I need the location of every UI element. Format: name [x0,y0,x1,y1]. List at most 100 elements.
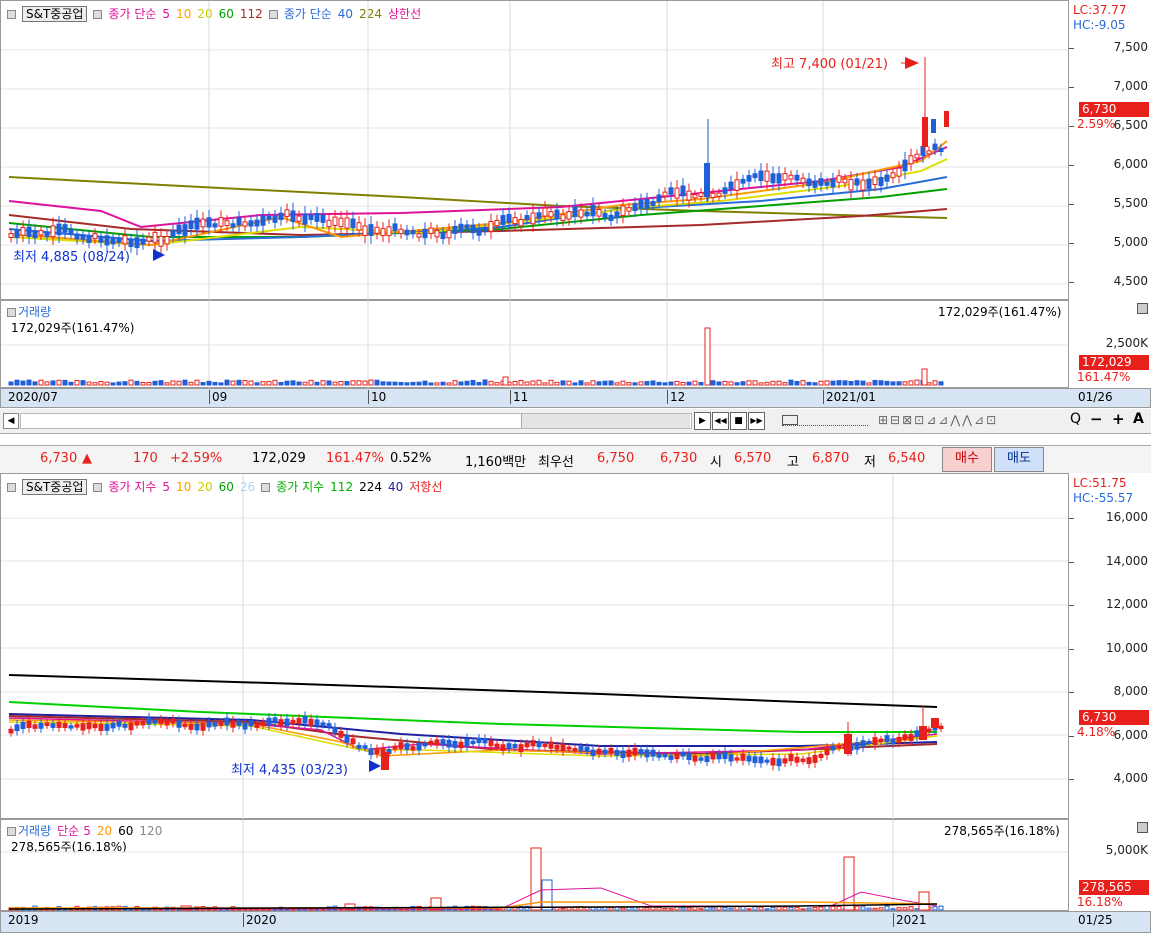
volume-bar [464,380,470,386]
bottom-volume-panel[interactable]: 거래량 단순 5 20 60 120 278,565주(16.18%) 278,565주(… [0,819,1151,912]
top-price-scale[interactable]: LC:37.77 HC:-9.05 7,500 7,000 6,500 6,000 5,… [1068,0,1151,300]
rewind-button[interactable]: ◀◀ [712,412,729,430]
volume-bar [380,381,386,386]
volume-bar [26,379,32,386]
volume-bar [110,382,116,386]
candle-body [764,759,770,763]
candle-body [386,226,392,237]
candle-body [416,742,422,751]
volume-bar [338,381,344,386]
bottom-price-scale[interactable]: LC:51.75 HC:-55.57 16,000 14,000 12,000 10,… [1068,473,1151,819]
candle-body [284,718,290,727]
bottom-price-panel[interactable]: S&T중공업 종가 지수 5 10 20 60 26 종가 지수 112 224 40 저항선 최저 … [0,473,1151,820]
candle-body [788,753,794,762]
low-annotation: 최저 4,885 (08/24) [13,250,131,265]
buy-button[interactable]: 매수 [942,447,992,472]
bottom-price-plot[interactable] [1,474,1069,820]
candle-body [800,177,806,184]
volume-bar [656,381,662,386]
candle-body [374,226,380,234]
price-tick: 4,500 [1113,274,1148,288]
volume-bar [20,380,26,386]
volume-bar [104,381,110,386]
volume-bar [782,382,788,386]
candle-body [440,232,446,240]
candle-body [542,207,548,217]
scroll-left-button[interactable]: ◀ [3,413,19,429]
volume-bar [14,379,20,386]
next-button[interactable]: ▶ [694,412,711,430]
price-tick: 16,000 [1106,510,1148,524]
maximize-icon[interactable] [1137,822,1148,833]
scrollbar-track[interactable] [20,413,692,429]
zoom-slider[interactable] [782,413,868,426]
candle-body [428,740,434,745]
zoom-slider-handle[interactable] [782,415,798,425]
volume-bar [38,379,44,386]
candle-body [926,728,932,732]
candle-body [194,723,200,731]
candle-body [56,721,62,728]
sell-button[interactable]: 매도 [994,447,1044,472]
tick-mark [1069,692,1074,693]
volume-spike [541,879,553,911]
candle-body [512,216,518,225]
top-price-panel[interactable]: S&T중공업 종가 단순 5 10 20 60 112 종가 단순 40 224 상한선 최고 7,… [0,0,1151,301]
stop-button[interactable]: ■ [730,412,747,430]
maximize-icon[interactable] [1137,303,1148,314]
candle-body [482,737,488,744]
candle-body [8,233,14,238]
volume-bar [212,381,218,386]
candle-body [878,176,884,186]
search-icon[interactable]: Q [1070,411,1081,427]
volume-bar [650,380,656,386]
top-price-plot[interactable] [1,1,1069,301]
volume-spike [918,891,930,911]
candle-body [608,214,614,221]
candle-body [566,746,572,750]
candle-body [476,228,482,236]
candle-body [788,174,794,180]
volume-bar [914,379,920,386]
candle-body [56,223,62,236]
date-label: 2020/07 [8,390,58,404]
fast-forward-button[interactable]: ▶▶ [748,412,765,430]
candle-body [800,758,806,762]
volume-bar [98,380,104,386]
volume-bar [218,382,224,386]
date-label: 2021/01 [823,390,876,404]
volume-bar [272,379,278,386]
zoom-in-icon[interactable]: + [1112,410,1125,428]
candle-body [896,167,902,177]
volume-pct: 161.47% [1077,370,1131,384]
ticker-turnover: 0.52% [390,451,432,466]
candle-body [308,214,314,220]
candle-body [392,223,398,232]
candle-body [620,205,626,216]
volume-bar [650,906,656,911]
volume-bar [938,381,944,386]
volume-bar [188,381,194,386]
candle-body [404,743,410,750]
volume-bar [764,908,770,911]
candle-body [200,218,206,228]
candle-body [728,754,734,762]
volume-bar [224,379,230,386]
volume-bar [502,376,509,386]
volume-bar [866,907,872,911]
candle-body [338,730,344,738]
text-tool-icon[interactable]: A [1133,411,1144,427]
volume-bar [518,379,524,386]
drawing-tools[interactable]: ⊞⊟⊠⊡⊿⊿⋀⋀⊿⊡ [878,413,1058,427]
candle-body [266,215,272,220]
candle-body [368,224,374,236]
volume-bar [854,905,860,911]
top-volume-panel[interactable]: 거래량 172,029주(161.47%) 172,029주(161.47%) [0,300,1151,389]
volume-bar [146,381,152,386]
price-tick: 8,000 [1113,684,1148,698]
volume-bar [68,381,74,386]
candle-body [938,725,944,730]
scrollbar-thumb[interactable] [521,414,690,428]
candle-body [188,724,194,730]
zoom-out-icon[interactable]: − [1090,410,1103,428]
